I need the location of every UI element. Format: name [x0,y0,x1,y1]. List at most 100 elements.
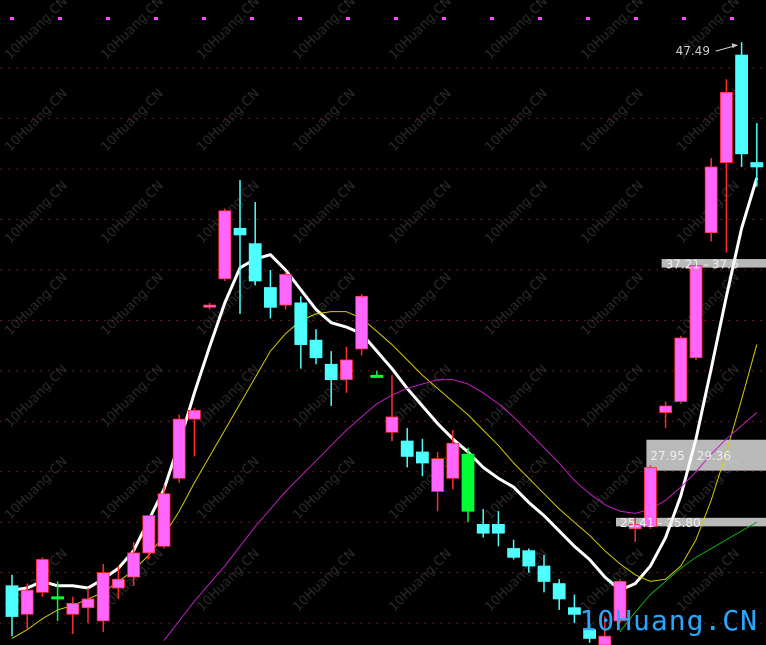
price-zone-label: 37.21 - 37.6 [666,257,739,271]
watermark-text: 10Huang.CN [290,86,359,155]
watermark-text: 10Huang.CN [2,0,71,63]
price-zone-label: 27.95 - 29.36 [650,449,731,463]
candle-body [66,602,80,615]
top-dot [202,17,206,20]
top-dot [730,17,734,20]
candle-body [324,363,338,381]
candle-body [142,515,156,554]
watermark-text: 10Huang.CN [290,546,359,615]
candle-body [385,416,399,433]
watermark-text: 10Huang.CN [674,270,743,339]
top-dot [346,17,350,20]
candle-body [598,635,612,645]
watermark-text: 10Huang.CN [578,0,647,63]
candle-body [689,265,703,359]
candle-body [36,559,49,593]
watermark-text: 10Huang.CN [194,86,263,155]
candle-body [720,91,733,163]
candle-body [476,523,490,534]
candle-body [461,453,475,512]
candle-body [674,337,688,402]
top-dot [298,17,302,20]
watermark-text: 10Huang.CN [290,178,359,247]
watermark-text: 10Huang.CN [482,86,551,155]
candle-body [51,596,64,600]
watermark-text: 10Huang.CN [578,362,647,431]
candle-body [294,302,308,345]
watermark-text: 10Huang.CN [578,270,647,339]
watermark-text: 10Huang.CN [98,0,167,63]
watermark-text: 10Huang.CN [386,546,455,615]
candle-body [659,405,672,413]
top-dot [394,17,398,20]
candle-body [187,409,201,420]
ma-line-purple [163,379,758,641]
candle-body [81,598,95,609]
candle-body [370,374,384,378]
candle-body [339,359,353,381]
watermark-text: 10Huang.CN [194,0,263,63]
watermark-text: 10Huang.CN [386,0,455,63]
watermark-text: 10Huang.CN [578,86,647,155]
watermark-text: 10Huang.CN [482,178,551,247]
candle-body [248,243,262,282]
watermark-text: 10Huang.CN [2,270,71,339]
watermark-text: 10Huang.CN [482,270,551,339]
candle-body [5,585,19,617]
watermark-text: 10Huang.CN [98,454,167,523]
candle-body [263,287,277,308]
watermark-text: 10Huang.CN [2,178,71,247]
watermark-text: 10Huang.CN [386,270,455,339]
top-dot [154,17,158,20]
top-dot [586,17,590,20]
top-dot [538,17,542,20]
candle-body [400,440,414,457]
candle-body [552,583,566,600]
watermark-text: 10Huang.CN [2,362,71,431]
brand-watermark: 10Huang.CN [579,604,758,637]
candle-body [218,210,232,280]
watermark-text: 10Huang.CN [386,86,455,155]
watermark-text: 10Huang.CN [98,178,167,247]
watermark-text: 10Huang.CN [2,86,71,155]
candlestick-chart: 10Huang.CN 10Huang.CN 10Huang.CN 10Huang.CN… [0,0,766,645]
watermark-text: 10Huang.CN [578,178,647,247]
top-dot [490,17,494,20]
candle-body [750,162,764,168]
top-dot [106,17,110,20]
watermark-text: 10Huang.CN [194,546,263,615]
candle-body [203,304,217,308]
watermark-text: 10Huang.CN [290,0,359,63]
candle-body [537,565,551,582]
top-dot [10,17,14,20]
candle-body [112,578,125,589]
candle-body [704,166,718,234]
candle-body [522,550,536,567]
candle-body [491,523,505,534]
top-dot [442,17,446,20]
candle-body [355,295,369,350]
candle-body [415,451,429,464]
top-dot [634,17,638,20]
top-dot [250,17,254,20]
watermark-text: 10Huang.CN [386,178,455,247]
candle-body [20,589,34,615]
candle-body [446,442,460,479]
watermark-text: 10Huang.CN [290,454,359,523]
candle-body [157,493,171,547]
watermark-text: 10Huang.CN [386,454,455,523]
candle-body [735,54,748,155]
watermark-text: 10Huang.CN [98,86,167,155]
candle-body [279,273,293,306]
top-dot [58,17,62,20]
candle-body [507,548,521,558]
watermark-text: 10Huang.CN [194,362,263,431]
price-zone-label: 25.41 - 25.80 [620,516,701,530]
candle-body [127,552,140,578]
watermark-text: 10Huang.CN [98,270,167,339]
max-price-arrowhead [731,43,738,49]
top-dot [682,17,686,20]
candle-body [172,418,186,479]
candle-body [96,572,110,622]
candle-body [233,227,247,236]
